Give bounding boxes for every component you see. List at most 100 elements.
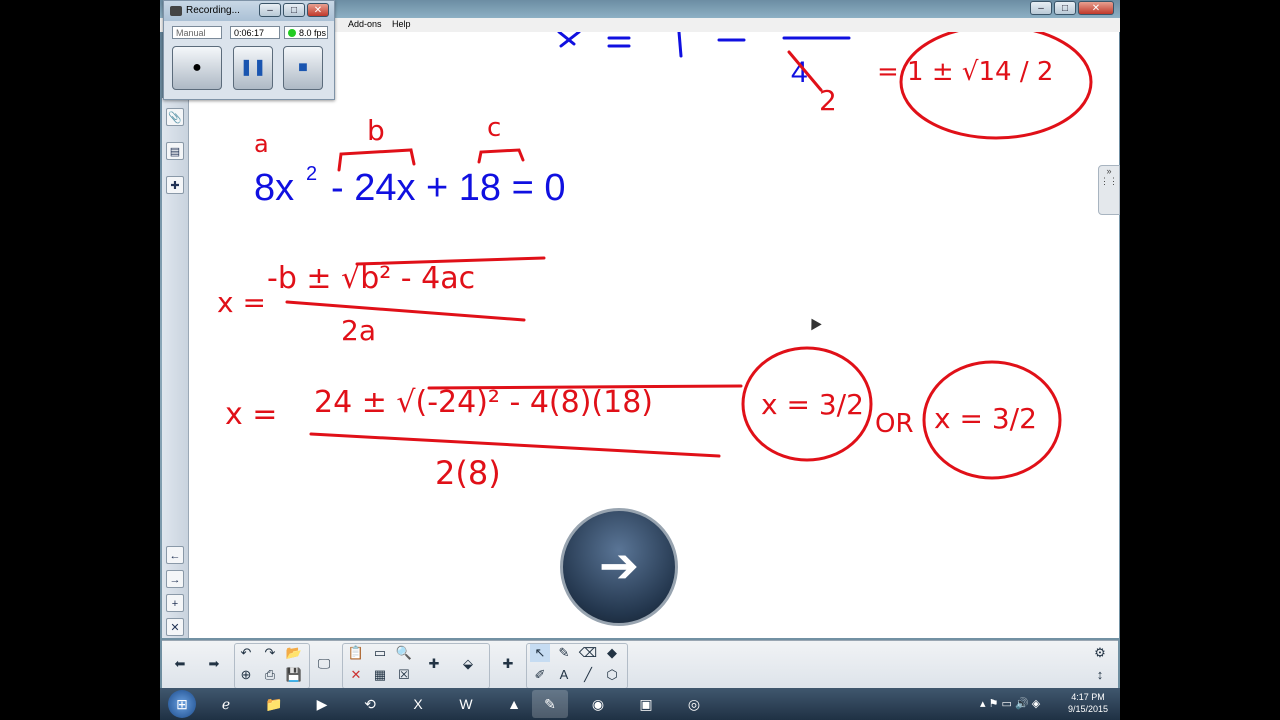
bottom-toolbar: ⬅ ➡ ↶ ↷ 📂 ⊕ ⎙ 💾 🖵 📋 ▭ 🔍 ✕ ▦ ☒ ✚ ⬙ ✚ ↖ ✎ … [162,640,1118,689]
system-tray: ▴ ⚑ ▭ 🔊 ◈ [980,698,1041,710]
formula-x-equals: x = [217,286,266,319]
puzzle-tool-icon[interactable]: ✚ [498,655,518,673]
gallery-icon[interactable]: ▤ [166,142,184,160]
add-icon[interactable]: ⊕ [236,666,256,684]
clock-time: 4:17 PM [1071,692,1105,702]
bracket-c [477,148,525,164]
file-explorer-icon[interactable]: 📁 [256,690,292,718]
sub-numerator: 24 ± √(-24)² - 4(8)(18) [314,385,653,420]
delete-page-icon[interactable]: ✕ [166,618,184,636]
formula-numerator: -b ± √b² - 4ac [267,261,475,296]
grid-icon: ⋮⋮ [1100,176,1118,186]
play-button[interactable]: ➔ [560,508,678,626]
sub-fraction-bar [309,432,721,458]
sub-x-equals: x = [225,397,277,432]
vlc-icon[interactable]: ▲ [496,690,532,718]
arrow-right-icon: ➔ [598,540,640,593]
top-blue-one [677,32,683,58]
record-icon: ● [192,59,202,76]
clock-date: 9/15/2015 [1067,704,1108,714]
undo-icon[interactable]: ↶ [236,644,256,662]
maximize-button[interactable]: □ [1054,1,1076,15]
recorder-fps-value: 8.0 fps [299,28,327,38]
record-button[interactable]: ● [172,46,222,90]
equation-square: 2 [306,163,317,185]
excel-icon[interactable]: X [400,690,436,718]
stop-icon: ■ [298,59,308,76]
recorder-window: Recording... – □ ✕ Manual 0:06:17 8.0 fp… [163,0,335,100]
start-button[interactable]: ⊞ [168,690,196,718]
word-icon[interactable]: W [448,690,484,718]
folder-icon[interactable]: 📂 [284,644,304,662]
back-arrow-icon[interactable]: ← [166,546,184,564]
label-c: c [487,113,501,143]
display-icon[interactable]: ▭ [370,644,390,662]
label-b: b [367,114,385,147]
delete-icon[interactable]: ✕ [346,666,366,684]
creative-pen-icon[interactable]: ✐ [530,666,550,684]
camera-icon [170,6,182,16]
zoom-icon[interactable]: 🔍 [394,644,414,662]
fill-icon[interactable]: ⬙ [458,655,478,673]
paperclip-icon[interactable]: 📎 [166,108,184,126]
taskbar: ⊞ ℯ 📁 ▶ ⟲ X W ▲ ✎ ◉ ▣ ◎ ▴ ⚑ ▭ 🔊 ◈ 4:17 P… [160,688,1120,720]
side-tab-bar: 📎 ▤ ✚ ← → + ✕ [162,98,189,638]
internet-explorer-icon[interactable]: ℯ [208,690,244,718]
redo-icon[interactable]: ↷ [260,644,280,662]
text-icon[interactable]: A [554,666,574,684]
menu-addons[interactable]: Add-ons [348,19,382,29]
next-page-icon[interactable]: ➡ [204,655,224,673]
formula-fraction-bar [285,300,526,322]
smart-notebook-icon[interactable]: ⟲ [352,690,388,718]
recorder-task-icon[interactable]: ◎ [676,690,712,718]
paste-icon[interactable]: 📋 [346,644,366,662]
puzzle-icon[interactable]: ✚ [166,176,184,194]
stop-button[interactable]: ■ [283,46,323,90]
forward-arrow-icon[interactable]: → [166,570,184,588]
table-icon[interactable]: ▦ [370,666,390,684]
save-icon[interactable]: 💾 [284,666,304,684]
recorder-titlebar: Recording... – □ ✕ [164,1,334,21]
shape-icon[interactable]: ◆ [602,644,622,662]
pause-icon: ❚❚ [239,59,267,76]
status-dot-icon [288,29,296,37]
pen-icon[interactable]: ✎ [554,644,574,662]
add-page-icon[interactable]: + [166,594,184,612]
select-icon[interactable]: ↖ [530,644,550,662]
recorder-mode-select[interactable]: Manual [172,26,222,39]
screen-icon[interactable]: 🖵 [314,655,334,673]
right-panel-toggle[interactable]: » ⋮⋮ [1098,165,1120,215]
equation-8x: 8x [254,167,294,209]
pause-button[interactable]: ❚❚ [233,46,273,90]
addon-icon[interactable]: ✚ [424,655,444,673]
sub-radical-top [427,384,743,390]
firefox-icon[interactable]: ◉ [580,690,616,718]
print-icon[interactable]: ⎙ [260,666,280,684]
recorder-time: 0:06:17 [230,26,280,39]
solution1: x = 3/2 [761,388,864,421]
toolbar-move-icon[interactable]: ↕ [1090,666,1110,684]
solution-or: OR [875,409,914,439]
close-button[interactable]: ✕ [1078,1,1114,15]
top-frac-den: 2 [819,84,837,117]
recorder-fps: 8.0 fps [284,26,328,39]
label-a: a [254,130,269,158]
recorder-maximize-button[interactable]: □ [283,3,305,17]
settings-icon[interactable]: ⚙ [1090,644,1110,662]
recorder-title: Recording... [186,5,240,16]
line-icon[interactable]: ╱ [578,666,598,684]
app-icon[interactable]: ▣ [628,690,664,718]
top-blue-equals [607,36,631,48]
notebook-task-icon[interactable]: ✎ [532,690,568,718]
recorder-minimize-button[interactable]: – [259,3,281,17]
double-chevron-icon: » [1106,166,1112,176]
menu-help[interactable]: Help [392,19,411,29]
eraser-icon[interactable]: ⌫ [578,644,598,662]
media-player-icon[interactable]: ▶ [304,690,340,718]
clock[interactable]: 4:17 PM 9/15/2015 [1068,691,1108,715]
minimize-button[interactable]: – [1030,1,1052,15]
prev-page-icon[interactable]: ⬅ [170,655,190,673]
close-box-icon[interactable]: ☒ [394,666,414,684]
recorder-close-button[interactable]: ✕ [307,3,329,17]
magic-pen-icon[interactable]: ⬡ [602,666,622,684]
